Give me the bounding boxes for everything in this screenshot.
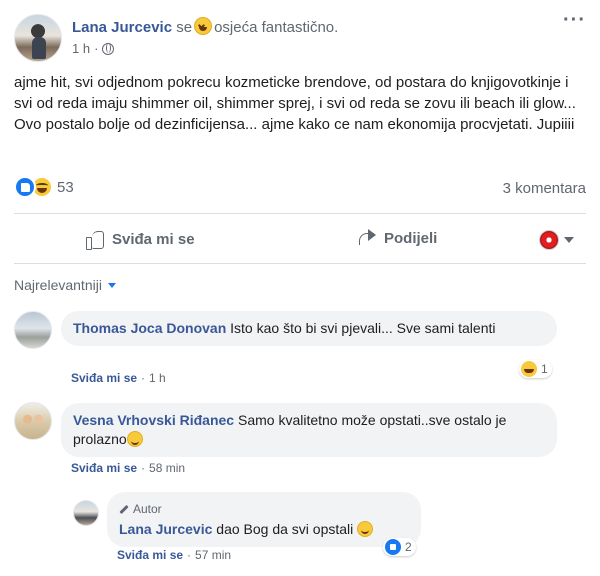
sort-label: Najrelevantniji bbox=[14, 277, 102, 293]
author-badge-label: Autor bbox=[133, 502, 162, 516]
comment-meta: Sviđa mi se · 58 min bbox=[71, 461, 185, 475]
commenter-name[interactable]: Lana Jurcevic bbox=[119, 521, 212, 537]
post-meta: 1 h · bbox=[72, 41, 115, 56]
like-reaction-icon bbox=[14, 176, 36, 198]
author-avatar[interactable] bbox=[14, 14, 62, 62]
author-badge: Autor bbox=[119, 500, 409, 519]
comment-like-link[interactable]: Sviđa mi se bbox=[71, 461, 137, 475]
comment-bubble: Vesna Vrhovski Riđanec Samo kvalitetno m… bbox=[61, 403, 557, 457]
facebook-post: Lana Jurcevic se osjeća fantastično. 1 h … bbox=[0, 0, 600, 576]
comment-reactions[interactable]: 1 bbox=[519, 360, 552, 378]
pencil-icon bbox=[119, 504, 129, 515]
reaction-count: 53 bbox=[57, 178, 74, 196]
reaction-summary[interactable]: 53 bbox=[14, 176, 74, 198]
more-options-icon[interactable]: ··· bbox=[563, 10, 586, 30]
thumbs-up-icon bbox=[85, 229, 105, 250]
comment-meta: Sviđa mi se · 1 h bbox=[71, 371, 166, 385]
comment-sort-dropdown[interactable]: Najrelevantniji bbox=[14, 277, 116, 293]
comment-like-link[interactable]: Sviđa mi se bbox=[71, 371, 137, 385]
smile-emoji-icon bbox=[357, 521, 374, 537]
comment-bubble: Thomas Joca Donovan Isto kao što bi svi … bbox=[61, 311, 557, 346]
meta-separator: · bbox=[141, 461, 146, 475]
wink-emoji-icon bbox=[126, 431, 143, 447]
share-button-label: Podijeli bbox=[384, 229, 438, 247]
comment-time[interactable]: 57 min bbox=[195, 548, 231, 562]
comment-meta: Sviđa mi se · 57 min bbox=[117, 548, 231, 562]
divider bbox=[14, 263, 586, 264]
author-name[interactable]: Lana Jurcevic bbox=[72, 19, 172, 36]
meta-separator: · bbox=[94, 41, 99, 56]
laughing-emoji-icon bbox=[194, 17, 213, 35]
chevron-down-icon bbox=[107, 282, 116, 288]
post-text: ajme hit, svi odjednom pokrecu kozmetick… bbox=[14, 74, 576, 133]
like-button-label: Sviđa mi se bbox=[112, 230, 195, 248]
comment-reaction-count: 1 bbox=[541, 362, 548, 376]
divider bbox=[14, 213, 586, 214]
meta-separator: · bbox=[187, 548, 192, 562]
comment-text: dao Bog da svi opstali bbox=[216, 521, 354, 537]
globe-icon[interactable] bbox=[102, 42, 115, 55]
comment-time[interactable]: 1 h bbox=[149, 371, 166, 385]
haha-reaction-icon bbox=[521, 361, 537, 377]
commenter-avatar[interactable] bbox=[14, 311, 52, 349]
commenter-name[interactable]: Thomas Joca Donovan bbox=[73, 320, 226, 336]
share-button[interactable]: Podijeli bbox=[357, 229, 437, 247]
post-time[interactable]: 1 h bbox=[72, 41, 90, 56]
chevron-down-icon[interactable] bbox=[564, 237, 574, 243]
meta-separator: · bbox=[141, 371, 146, 385]
feeling-prefix: se bbox=[176, 19, 193, 36]
like-button[interactable]: Sviđa mi se bbox=[85, 229, 195, 250]
comment-reactions[interactable]: 2 bbox=[383, 538, 416, 556]
post-header: Lana Jurcevic se osjeća fantastično. bbox=[72, 17, 338, 36]
reply-bubble: Autor Lana Jurcevic dao Bog da svi opsta… bbox=[107, 492, 421, 547]
comment-like-link[interactable]: Sviđa mi se bbox=[117, 548, 183, 562]
feeling-text: osjeća fantastično. bbox=[214, 19, 339, 36]
commenter-name[interactable]: Vesna Vrhovski Riđanec bbox=[73, 412, 234, 428]
reply-author-avatar[interactable] bbox=[73, 500, 99, 526]
comment-time[interactable]: 58 min bbox=[149, 461, 185, 475]
commenter-avatar[interactable] bbox=[14, 402, 52, 440]
like-reaction-icon bbox=[385, 539, 401, 555]
comment-text: Isto kao što bi svi pjevali... Sve sami … bbox=[230, 320, 496, 336]
comment-reaction-count: 2 bbox=[405, 540, 412, 554]
page-avatar-icon[interactable] bbox=[539, 230, 559, 250]
share-arrow-icon bbox=[357, 229, 377, 247]
comments-count[interactable]: 3 komentara bbox=[503, 180, 586, 197]
